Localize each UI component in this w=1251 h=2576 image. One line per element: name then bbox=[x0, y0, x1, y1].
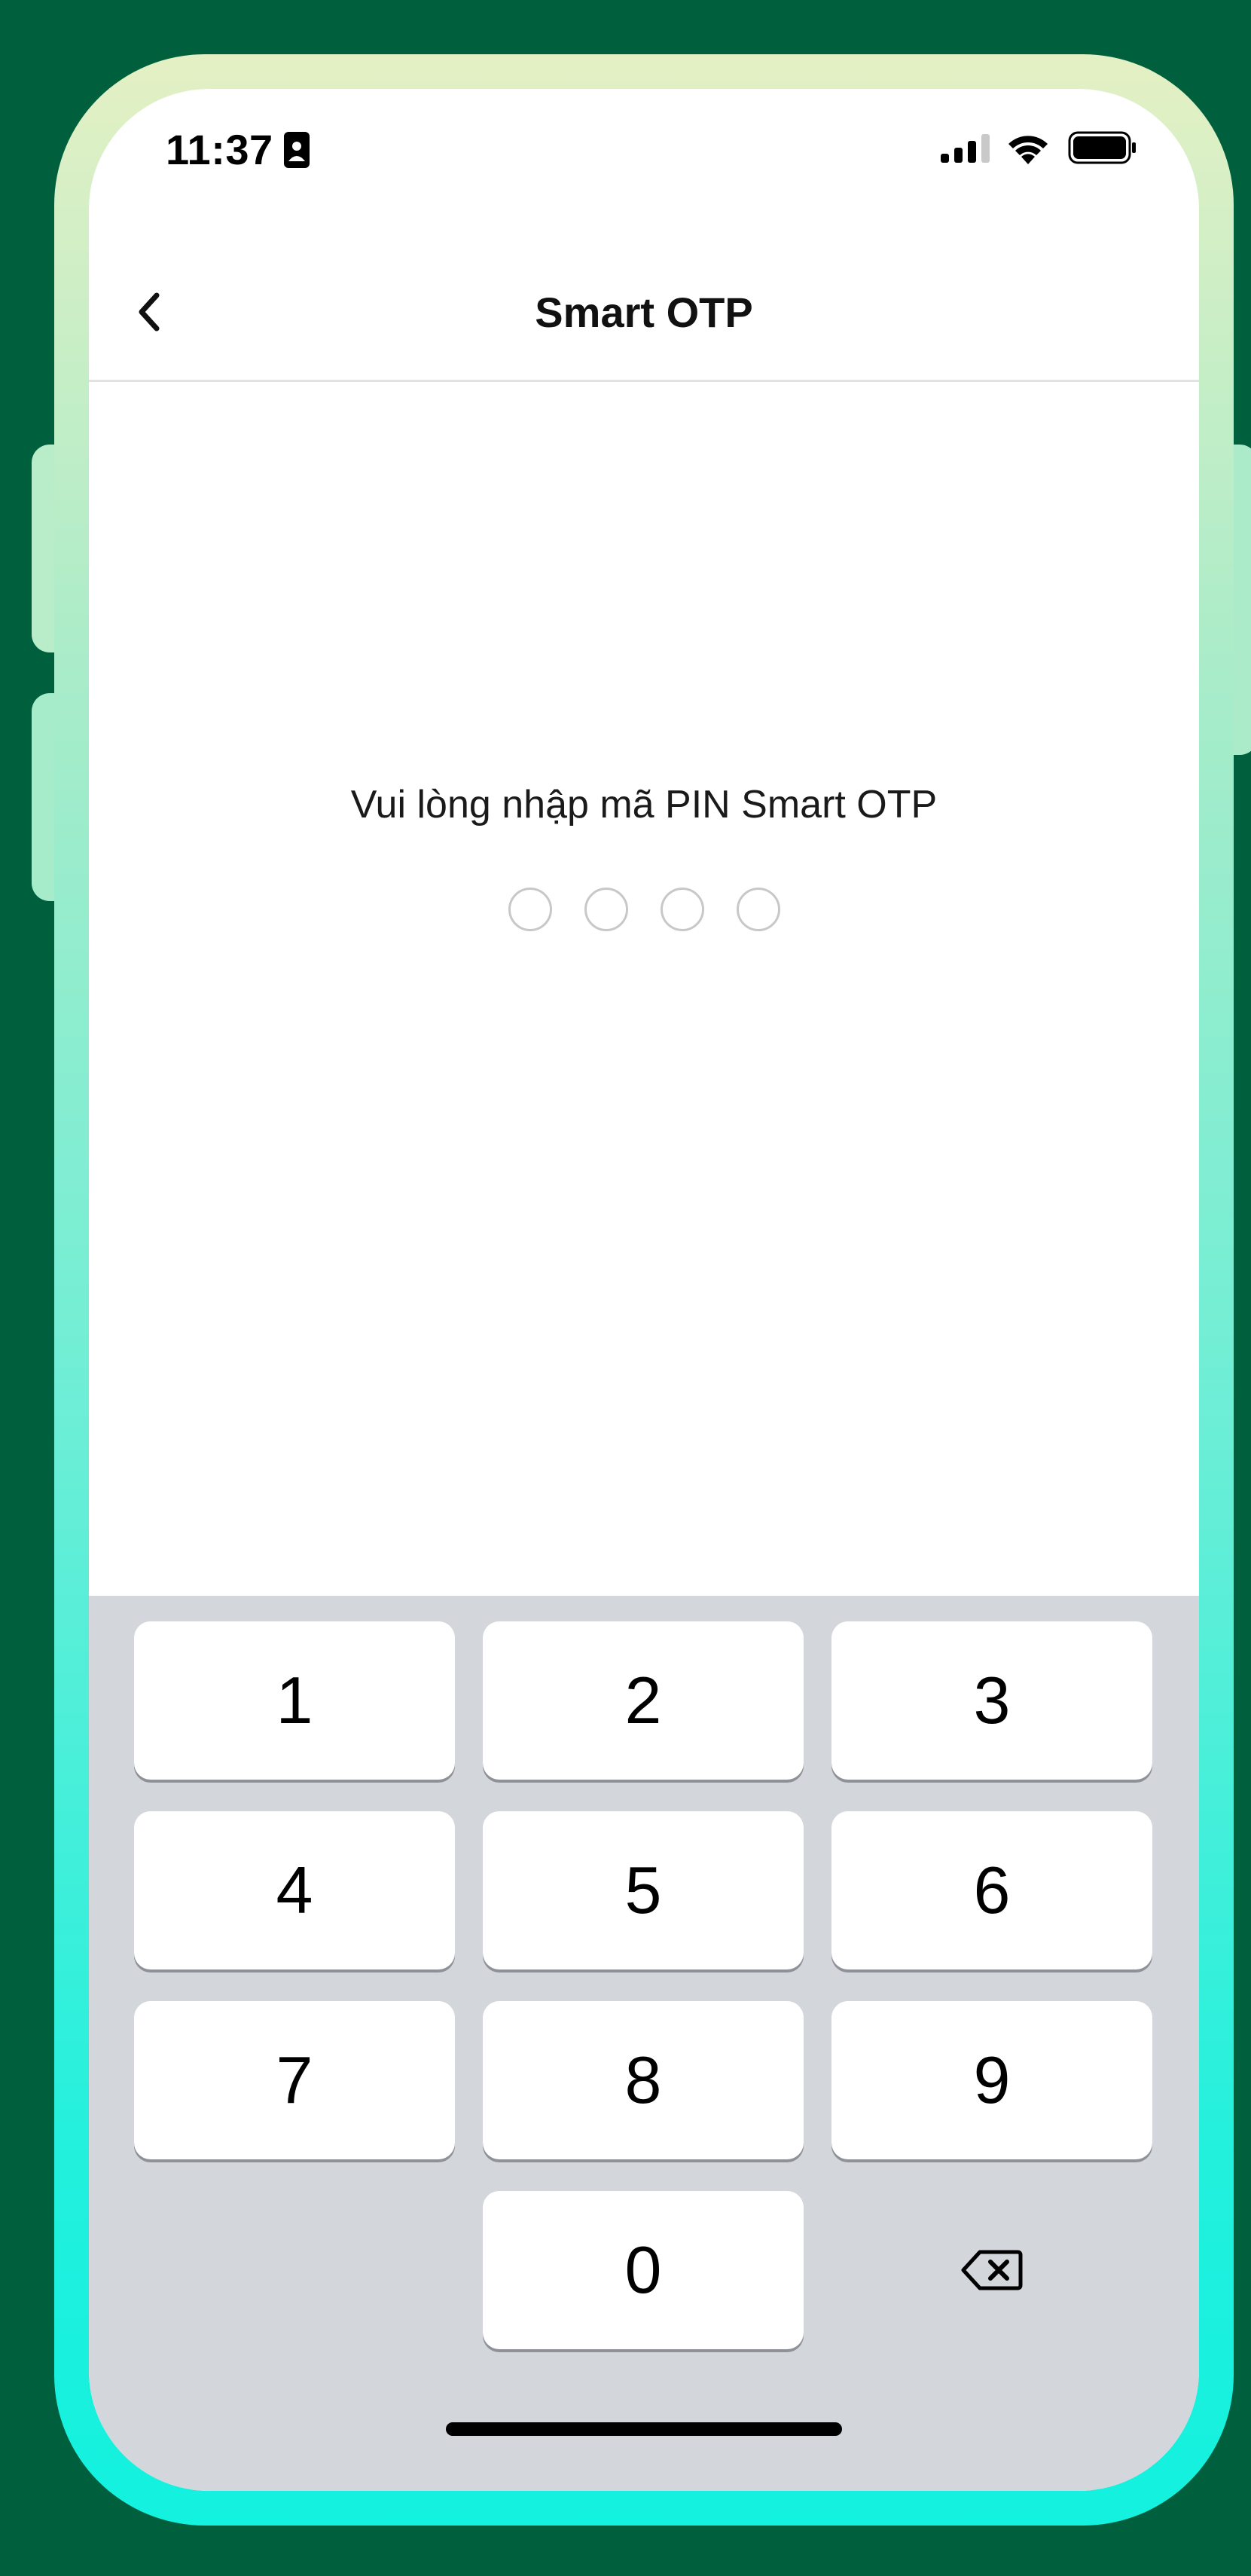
key-6[interactable]: 6 bbox=[831, 1811, 1152, 1969]
key-7[interactable]: 7 bbox=[134, 2001, 455, 2159]
phone-frame: 11:37 Smart OTP Vui lòng nhập mã PIN Sma… bbox=[54, 54, 1234, 2526]
pin-dot bbox=[736, 888, 780, 931]
numeric-keypad: 1 2 3 4 5 6 7 8 9 0 bbox=[89, 1596, 1199, 2491]
key-1[interactable]: 1 bbox=[134, 1621, 455, 1780]
phone-screen: 11:37 Smart OTP Vui lòng nhập mã PIN Sma… bbox=[89, 89, 1199, 2491]
pin-prompt: Vui lòng nhập mã PIN Smart OTP bbox=[350, 783, 938, 827]
backspace-icon bbox=[961, 2250, 1023, 2290]
app-background: 11:37 Smart OTP Vui lòng nhập mã PIN Sma… bbox=[0, 0, 1251, 2576]
status-bar: 11:37 bbox=[89, 89, 1199, 240]
battery-icon bbox=[1068, 131, 1136, 164]
key-5[interactable]: 5 bbox=[483, 1811, 804, 1969]
key-0[interactable]: 0 bbox=[483, 2191, 804, 2349]
backspace-button[interactable] bbox=[831, 2191, 1152, 2349]
key-4[interactable]: 4 bbox=[134, 1811, 455, 1969]
pin-dot bbox=[584, 888, 628, 931]
pin-dot bbox=[508, 888, 552, 931]
status-time: 11:37 bbox=[166, 126, 273, 173]
key-2[interactable]: 2 bbox=[483, 1621, 804, 1780]
nav-bar: Smart OTP bbox=[89, 240, 1199, 382]
cellular-signal-icon bbox=[941, 134, 990, 163]
key-8[interactable]: 8 bbox=[483, 2001, 804, 2159]
key-3[interactable]: 3 bbox=[831, 1621, 1152, 1780]
pin-dot bbox=[660, 888, 704, 931]
contact-card-icon bbox=[284, 132, 310, 168]
wifi-icon bbox=[1008, 136, 1048, 164]
home-indicator bbox=[446, 2422, 842, 2436]
key-9[interactable]: 9 bbox=[831, 2001, 1152, 2159]
page-title: Smart OTP bbox=[535, 289, 753, 336]
pin-indicator bbox=[89, 888, 1199, 931]
